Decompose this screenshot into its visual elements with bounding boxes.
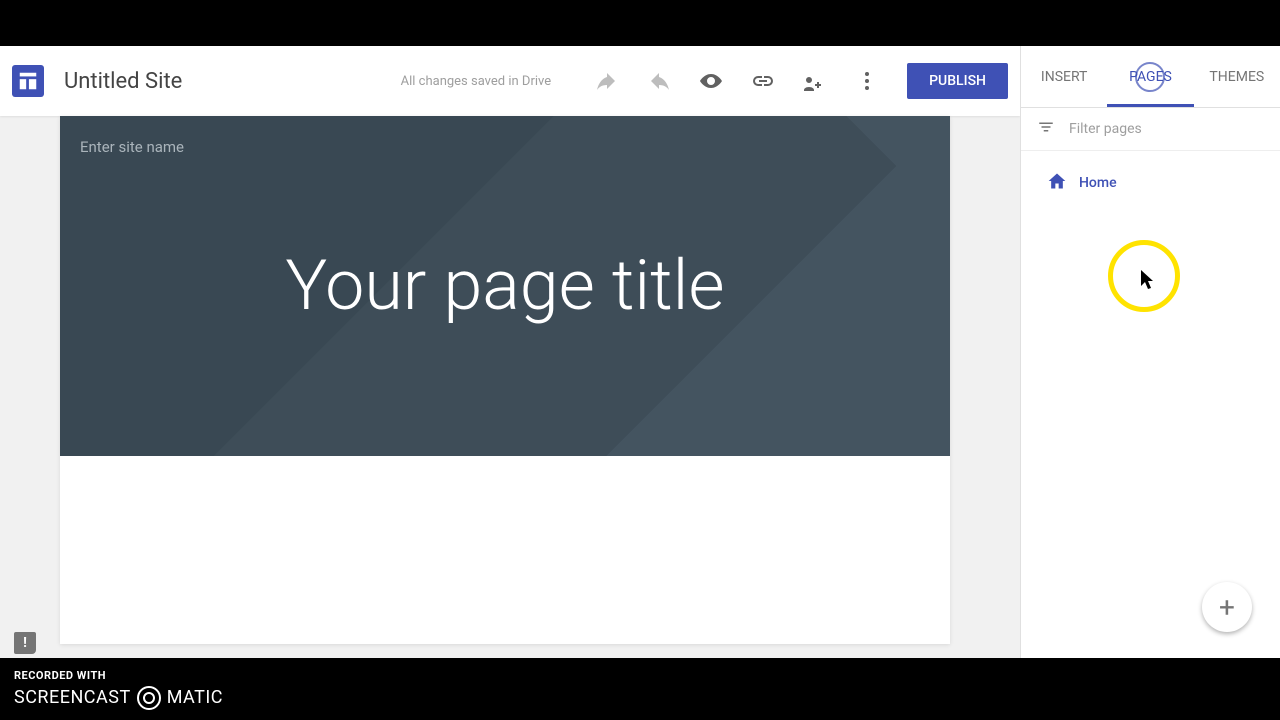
right-panel: INSERT PAGES THEMES Filter pages Home + bbox=[1020, 46, 1280, 660]
filter-icon bbox=[1037, 118, 1055, 140]
publish-button[interactable]: PUBLISH bbox=[907, 63, 1008, 99]
watermark-recorded: RECORDED WITH bbox=[14, 669, 1280, 682]
filter-pages[interactable]: Filter pages bbox=[1021, 108, 1280, 151]
site-name-input[interactable]: Enter site name bbox=[80, 138, 184, 156]
page-item-home[interactable]: Home bbox=[1037, 163, 1264, 203]
link-button[interactable] bbox=[751, 69, 775, 93]
add-page-fab[interactable]: + bbox=[1202, 582, 1252, 632]
app-bar: Untitled Site All changes saved in Drive… bbox=[0, 46, 1020, 116]
tab-themes[interactable]: THEMES bbox=[1194, 46, 1280, 107]
hero-section[interactable]: Enter site name Your page title bbox=[60, 116, 950, 456]
page-item-label: Home bbox=[1079, 175, 1117, 191]
tab-insert[interactable]: INSERT bbox=[1021, 46, 1107, 107]
letterbox-top bbox=[0, 0, 1280, 46]
feedback-button[interactable]: ! bbox=[14, 632, 36, 654]
save-status: All changes saved in Drive bbox=[401, 74, 552, 89]
share-button[interactable] bbox=[803, 69, 827, 93]
cursor-highlight bbox=[1108, 240, 1180, 312]
site-title[interactable]: Untitled Site bbox=[64, 69, 264, 94]
tab-pages[interactable]: PAGES bbox=[1107, 46, 1193, 107]
more-button[interactable] bbox=[855, 69, 879, 93]
click-ripple bbox=[1135, 62, 1165, 92]
home-icon bbox=[1047, 171, 1067, 195]
editor-canvas[interactable]: Enter site name Your page title bbox=[60, 116, 950, 644]
page-list: Home bbox=[1021, 151, 1280, 215]
letterbox-bottom: RECORDED WITH SCREENCAST MATIC bbox=[0, 658, 1280, 720]
watermark-o-icon bbox=[137, 686, 161, 710]
tab-bar: INSERT PAGES THEMES bbox=[1021, 46, 1280, 108]
filter-placeholder: Filter pages bbox=[1069, 121, 1142, 137]
toolbar: PUBLISH bbox=[595, 63, 1008, 99]
preview-button[interactable] bbox=[699, 69, 723, 93]
page-title[interactable]: Your page title bbox=[149, 246, 861, 327]
app-logo-icon bbox=[12, 65, 44, 97]
redo-button[interactable] bbox=[647, 69, 671, 93]
undo-button[interactable] bbox=[595, 69, 619, 93]
watermark-matic: MATIC bbox=[167, 687, 223, 708]
watermark-brand: SCREENCAST MATIC bbox=[14, 686, 1280, 710]
watermark-screencast: SCREENCAST bbox=[14, 687, 131, 708]
